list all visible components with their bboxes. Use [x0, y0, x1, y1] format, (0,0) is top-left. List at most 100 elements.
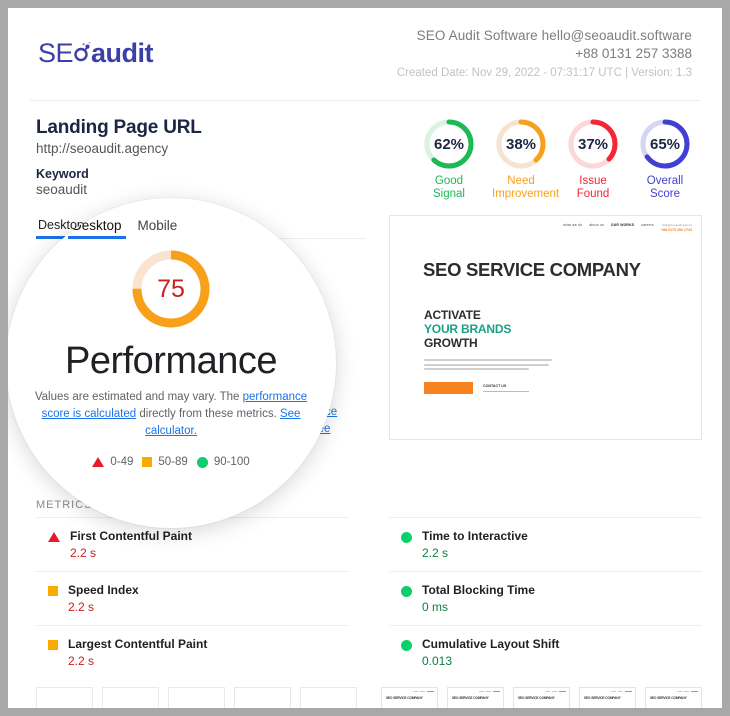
magnified-device-tabs: Desktop Mobile: [68, 218, 178, 239]
thumbnail-screenshot[interactable]: SEO SERVICE COMPANY: [447, 687, 504, 708]
thumbnail-blank[interactable]: [234, 687, 291, 708]
landing-page-url[interactable]: http://seoaudit.agency: [36, 141, 202, 156]
thumbnail-headline: SEO SERVICE COMPANY: [584, 696, 621, 701]
preview-sub-line2: YOUR BRANDS: [424, 322, 512, 336]
thumbnail-blank[interactable]: [300, 687, 357, 708]
website-preview: what we do about us OUR WORKS careers he…: [389, 215, 702, 440]
logo-text: SE audit: [38, 38, 154, 70]
desc-part1: Values are estimated and may vary. The: [34, 391, 243, 403]
magnified-performance-gauge: 75: [128, 246, 214, 332]
gauge-value: 37%: [577, 135, 609, 153]
desc-part2: directly from these metrics.: [136, 408, 280, 420]
thumbnail-blank[interactable]: [102, 687, 159, 708]
thumbnail-strip-right: SEO SERVICE COMPANY SEO SERVICE COMPANY …: [381, 687, 702, 708]
gauge-ring: 37%: [566, 117, 620, 171]
thumbnail-headline: SEO SERVICE COMPANY: [452, 696, 489, 701]
magnified-performance-score: 75: [157, 274, 185, 303]
atom-o-icon: [72, 39, 92, 70]
gauge-good-signal: 62% Good Signal: [420, 117, 478, 201]
metric-name: Time to Interactive: [422, 529, 528, 543]
triangle-icon: [48, 532, 60, 542]
gauge-label-line1: Issue: [579, 175, 607, 187]
gauge-label-line1: Need: [507, 175, 535, 187]
gauge-need-improvement: 38% Need Improvement: [492, 117, 559, 201]
logo: SE audit: [38, 38, 154, 70]
legend-item-average: 50-89: [142, 456, 188, 468]
metric-row: Speed Index 2.2 s: [36, 571, 349, 625]
thumbnail-headline: SEO SERVICE COMPANY: [650, 696, 687, 701]
metric-name: Speed Index: [68, 583, 139, 597]
triangle-icon: [92, 457, 105, 467]
metric-row: Largest Contentful Paint 2.2 s: [36, 625, 349, 679]
keyword-value: seoaudit: [36, 182, 88, 197]
metric-value: 2.2 s: [70, 546, 97, 560]
preview-hire-us-button: [424, 382, 473, 395]
metric-value: 2.2 s: [68, 654, 95, 668]
magnified-performance-legend: 0-49 50-89 90-100: [8, 456, 336, 468]
summary-row: Landing Page URL http://seoaudit.agency …: [8, 101, 722, 201]
header-email[interactable]: hello@seoaudit.software: [542, 28, 692, 43]
gauge-value: 65%: [649, 135, 681, 153]
metric-value: 2.2 s: [422, 546, 449, 560]
thumbnail-screenshot[interactable]: SEO SERVICE COMPANY: [513, 687, 570, 708]
gauge-label: Overall Score: [636, 175, 694, 201]
logo-text-bold: audit: [91, 38, 154, 68]
preview-nav-item: OUR WORKS: [610, 223, 635, 227]
thumbnail-blank[interactable]: [36, 687, 93, 708]
landing-page-block: Landing Page URL http://seoaudit.agency …: [36, 117, 202, 197]
legend-range: 50-89: [158, 456, 188, 468]
preview-nav-item: what we do: [563, 223, 583, 227]
metric-value: 0.013: [422, 654, 453, 668]
metrics-column-right: Time to Interactive 2.2 s Total Blocking…: [389, 499, 702, 679]
gauge-ring: 38%: [494, 117, 548, 171]
preview-contact: hello@seoaudit.agency +88 0170 200 1744: [661, 223, 692, 233]
legend-range: 90-100: [213, 456, 250, 468]
gauge-value: 62%: [433, 135, 465, 153]
thumbnail-screenshot[interactable]: SEO SERVICE COMPANY: [579, 687, 636, 708]
metric-value: 2.2 s: [68, 600, 95, 614]
square-icon: [48, 586, 58, 596]
preview-subheadline: ACTIVATE YOUR BRANDS GROWTH: [424, 308, 701, 350]
report-page: SE audit SEO Audit Software hello@seoaudi…: [8, 8, 722, 708]
preview-nav-item: careers: [641, 223, 654, 227]
gauge-issue-found: 37% Issue Found: [564, 117, 622, 201]
magnified-performance-title: Performance: [64, 340, 278, 382]
magnifier-overlay: Desktop Mobile 75 Performance Values are…: [8, 198, 336, 528]
circle-icon: [401, 532, 412, 543]
metric-row: Cumulative Layout Shift 0.013: [389, 625, 702, 679]
legend-range: 0-49: [110, 456, 134, 468]
preview-nav: what we do about us OUR WORKS careers he…: [390, 216, 701, 233]
preview-sub-line1: ACTIVATE: [424, 308, 481, 322]
preview-headline: SEO SERVICE COMPANY: [423, 259, 641, 280]
metric-row: Total Blocking Time 0 ms: [389, 571, 702, 625]
gauge-ring: 62%: [422, 117, 476, 171]
gauge-label-line1: Overall: [646, 175, 684, 187]
keyword-label: Keyword: [36, 167, 89, 181]
square-icon: [142, 457, 153, 467]
gauge-label-line2: Score: [649, 188, 681, 200]
magnified-tab-mobile[interactable]: Mobile: [138, 218, 178, 239]
metric-name: Cumulative Layout Shift: [422, 637, 560, 651]
header-meta: Created Date: Nov 29, 2022 - 07:31:17 UT…: [396, 67, 692, 79]
circle-icon: [196, 456, 208, 468]
preview-sub-line3: GROWTH: [424, 336, 478, 350]
circle-icon: [401, 640, 412, 651]
thumbnail-blank[interactable]: [168, 687, 225, 708]
magnified-performance-body: 75 Performance Values are estimated and …: [8, 246, 336, 468]
gauge-label-line1: Good: [434, 175, 464, 187]
preview-contact-us-button: CONTACT US: [483, 384, 529, 393]
magnified-tab-desktop[interactable]: Desktop: [68, 218, 126, 239]
logo-text-light: SE: [38, 38, 74, 68]
gauge-label-line2: Found: [576, 188, 610, 200]
header-contact-block: SEO Audit Software hello@seoaudit.softwa…: [397, 26, 700, 79]
score-gauges: 62% Good Signal 38% Need Improvement 37%…: [420, 117, 702, 201]
thumbnail-screenshot[interactable]: SEO SERVICE COMPANY: [381, 687, 438, 708]
gauge-ring: 65%: [638, 117, 692, 171]
magnified-performance-description: Values are estimated and may vary. The p…: [25, 389, 317, 440]
metric-value: 0 ms: [422, 600, 449, 614]
gauge-value: 38%: [505, 135, 537, 153]
gauge-label-line2: Signal: [433, 188, 465, 200]
preview-paragraph: [424, 359, 552, 371]
legend-item-good: 90-100: [196, 456, 250, 468]
thumbnail-screenshot[interactable]: SEO SERVICE COMPANY: [645, 687, 702, 708]
